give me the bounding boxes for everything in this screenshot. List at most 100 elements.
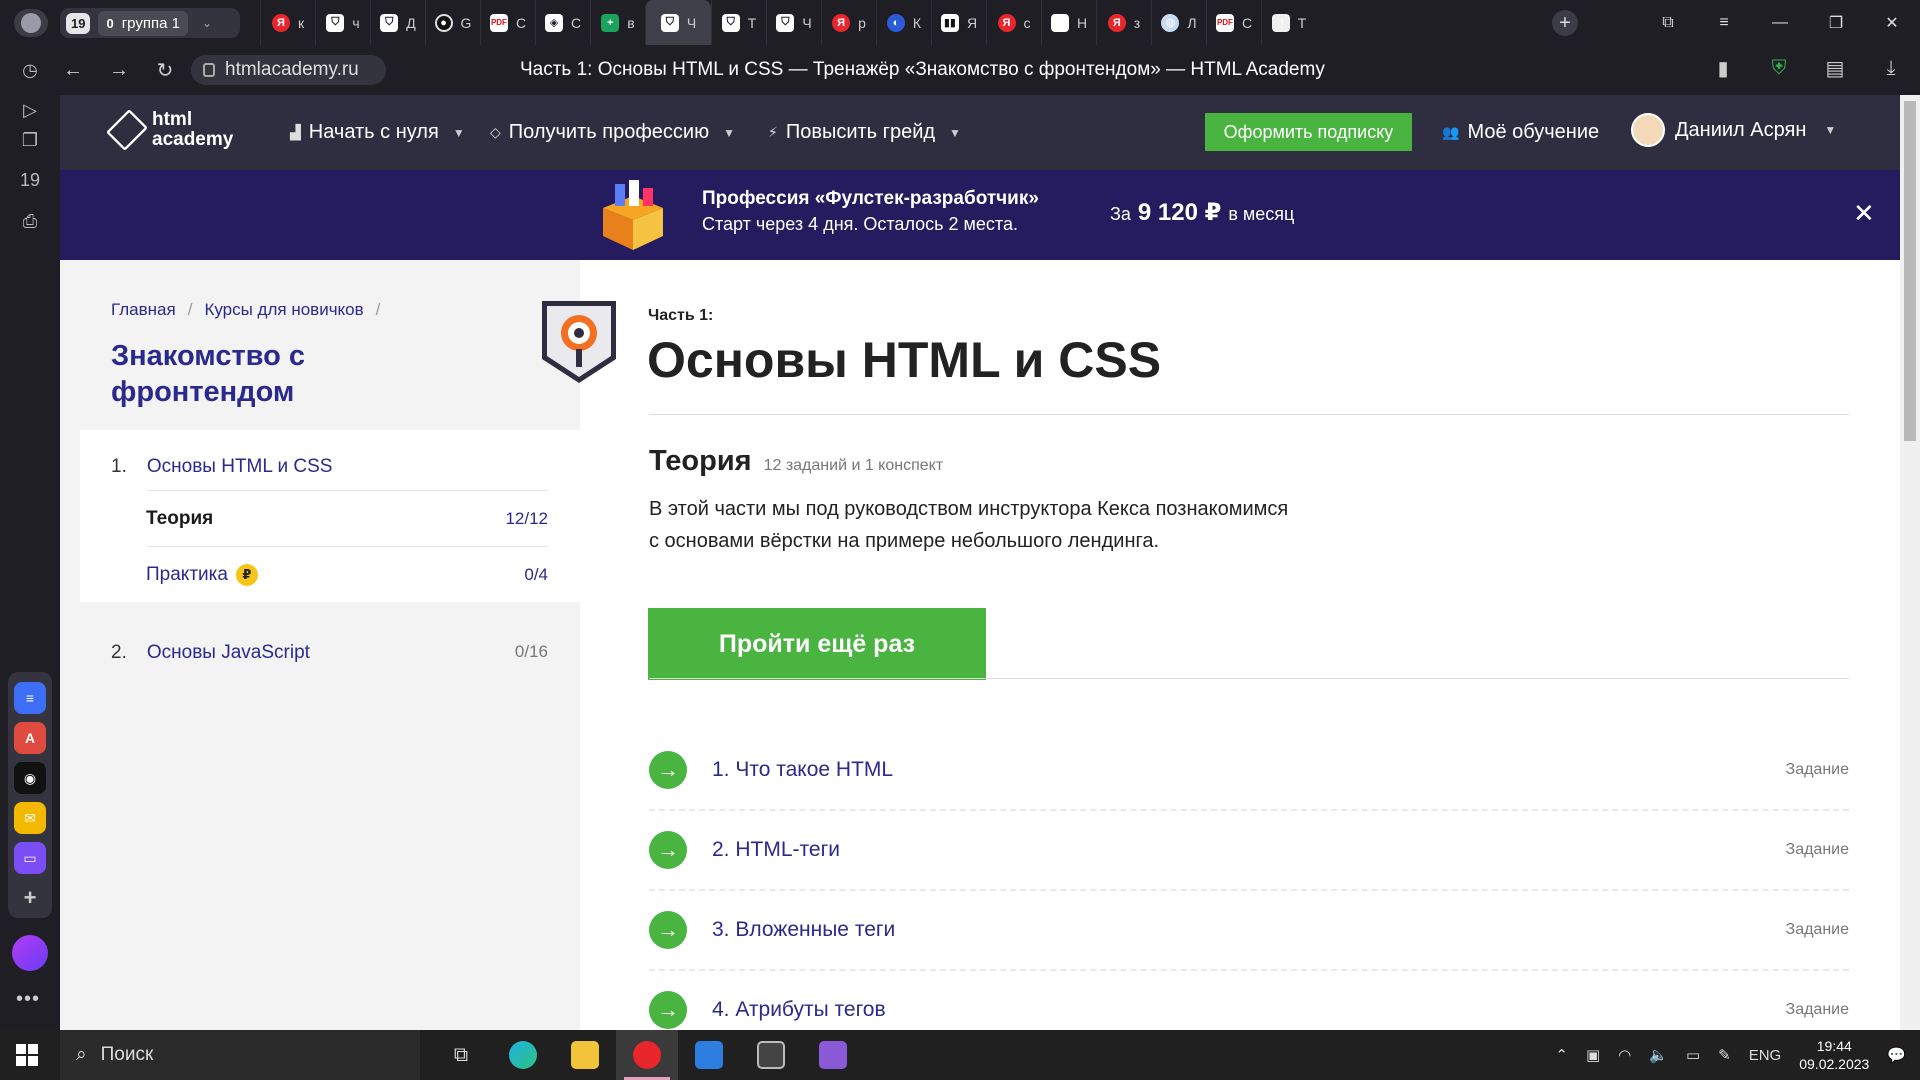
- collections-icon[interactable]: ❐: [17, 127, 43, 153]
- bookmark-icon[interactable]: ▮: [1708, 53, 1738, 83]
- breadcrumb-beginner-courses[interactable]: Курсы для новичков: [204, 300, 363, 320]
- new-tab-button[interactable]: +: [1552, 10, 1578, 36]
- menu-raise-grade[interactable]: ⚡ Повысить грейд ▼: [768, 121, 961, 144]
- browser-tab[interactable]: ▯ Т: [1261, 0, 1316, 45]
- start-button[interactable]: [16, 1044, 38, 1066]
- clock[interactable]: 19:44 09.02.2023: [1799, 1037, 1869, 1073]
- browser-tab[interactable]: ◍ Л: [1151, 0, 1206, 45]
- calendar-icon[interactable]: 19: [17, 167, 43, 193]
- browser-tab[interactable]: ◈ С: [535, 0, 590, 45]
- tab-group[interactable]: 19 0 группа 1 ⌄: [60, 8, 240, 38]
- module-2-link[interactable]: 2. Основы JavaScript 0/16: [111, 642, 548, 664]
- more-icon[interactable]: •••: [16, 988, 40, 1011]
- task-row[interactable]: → 2. HTML-теги Задание: [649, 811, 1849, 891]
- module-1-link[interactable]: 1. Основы HTML и CSS: [111, 456, 332, 478]
- scrollbar-thumb[interactable]: [1904, 101, 1916, 441]
- browser-tab[interactable]: ◐ К: [876, 0, 931, 45]
- browser-tab[interactable]: ⛉ Д: [370, 0, 425, 45]
- volume-icon[interactable]: 🔈: [1649, 1046, 1668, 1064]
- battery-icon[interactable]: ▭: [1686, 1046, 1700, 1064]
- task-title[interactable]: 1. Что такое HTML: [712, 758, 1786, 782]
- user-menu[interactable]: Даниил Асрян ▼: [1631, 113, 1836, 147]
- arrow-right-icon[interactable]: →: [649, 751, 687, 789]
- browser-tab[interactable]: PDF С: [1206, 0, 1261, 45]
- meet-icon[interactable]: ▣: [1586, 1046, 1600, 1064]
- task-view-icon[interactable]: ⧉: [430, 1030, 492, 1080]
- edge-icon[interactable]: [492, 1030, 554, 1080]
- my-learning-link[interactable]: 👥 Моё обучение: [1442, 121, 1599, 144]
- promo-banner[interactable]: Профессия «Фулстек-разработчик» Старт че…: [60, 170, 1900, 260]
- group-name[interactable]: 0 группа 1: [98, 10, 188, 36]
- retry-button[interactable]: Пройти ещё раз: [648, 608, 986, 680]
- profile-button[interactable]: [14, 9, 48, 37]
- translate-app-icon[interactable]: A: [14, 722, 46, 754]
- yandex-browser-icon[interactable]: [616, 1030, 678, 1080]
- arrow-right-icon[interactable]: →: [649, 831, 687, 869]
- browser-tab[interactable]: Яз: [1096, 0, 1151, 45]
- task-title[interactable]: 2. HTML-теги: [712, 838, 1786, 862]
- file-explorer-icon[interactable]: [554, 1030, 616, 1080]
- music-app-icon[interactable]: ◉: [14, 762, 46, 794]
- reload-icon[interactable]: ↻: [152, 57, 178, 83]
- task-title[interactable]: 3. Вложенные теги: [712, 918, 1786, 942]
- menu-get-profession[interactable]: ◇ Получить профессию ▼: [490, 121, 735, 144]
- extension-shield-icon[interactable]: ⛨: [1764, 53, 1794, 83]
- task-row[interactable]: → 1. Что такое HTML Задание: [649, 731, 1849, 811]
- task-row[interactable]: → 3. Вложенные теги Задание: [649, 891, 1849, 971]
- url-field[interactable]: htmlacademy.ru: [191, 55, 386, 85]
- wifi-icon[interactable]: ◠: [1618, 1046, 1631, 1064]
- minimize-icon[interactable]: —: [1752, 0, 1808, 45]
- pen-icon[interactable]: ✎: [1718, 1046, 1731, 1064]
- reader-icon[interactable]: ▤: [1820, 53, 1850, 83]
- history-icon[interactable]: ◷: [17, 57, 43, 83]
- notifications-icon[interactable]: 💬: [1887, 1046, 1906, 1064]
- browser-tab[interactable]: ⛉ Т: [711, 0, 766, 45]
- visual-studio-icon[interactable]: [802, 1030, 864, 1080]
- browser-tab[interactable]: Як: [260, 0, 315, 45]
- browser-tab[interactable]: + в: [590, 0, 645, 45]
- tab-overview-icon[interactable]: ⧉: [1640, 0, 1696, 45]
- screenshot-icon[interactable]: ⎙: [17, 208, 43, 234]
- browser-tab[interactable]: PDF С: [480, 0, 535, 45]
- mail-icon[interactable]: [678, 1030, 740, 1080]
- tab-label: Т: [747, 14, 757, 31]
- close-banner-icon[interactable]: ✕: [1853, 198, 1875, 229]
- language-indicator[interactable]: ENG: [1749, 1047, 1782, 1064]
- browser-tab[interactable]: ⛉ ч: [315, 0, 370, 45]
- subscribe-button[interactable]: Оформить подписку: [1205, 113, 1412, 151]
- users-icon: 👥: [1442, 124, 1460, 140]
- add-app-icon[interactable]: +: [14, 882, 46, 914]
- menu-icon[interactable]: ≡: [1696, 0, 1752, 45]
- alice-assistant-icon[interactable]: [12, 935, 48, 971]
- task-title[interactable]: 4. Атрибуты тегов: [712, 998, 1786, 1022]
- arrow-right-icon[interactable]: →: [649, 991, 687, 1029]
- browser-tab[interactable]: ⛉ Ч: [766, 0, 821, 45]
- notion-icon[interactable]: [740, 1030, 802, 1080]
- download-icon[interactable]: ⤓: [1876, 53, 1906, 83]
- mail-app-icon[interactable]: ✉: [14, 802, 46, 834]
- scrollbar[interactable]: [1900, 95, 1920, 1030]
- notes-app-icon[interactable]: ≡: [14, 682, 46, 714]
- chevron-up-icon[interactable]: ⌃: [1555, 1046, 1568, 1064]
- theory-link[interactable]: Теория 12/12: [146, 490, 548, 546]
- browser-tab[interactable]: ▤ Н: [1041, 0, 1096, 45]
- menu-start-from-scratch[interactable]: ▟ Начать с нуля ▼: [290, 121, 465, 144]
- breadcrumb-home[interactable]: Главная: [111, 300, 176, 320]
- messenger-app-icon[interactable]: ▭: [14, 842, 46, 874]
- video-icon[interactable]: ▷: [17, 97, 43, 123]
- taskbar-search[interactable]: ⌕ Поиск: [60, 1030, 420, 1080]
- chevron-down-icon[interactable]: ⌄: [202, 16, 212, 30]
- restore-icon[interactable]: ❐: [1808, 0, 1864, 45]
- back-icon[interactable]: ←: [60, 57, 86, 83]
- task-row[interactable]: → 4. Атрибуты тегов Задание: [649, 971, 1849, 1030]
- browser-tab[interactable]: ● G: [425, 0, 480, 45]
- browser-tab[interactable]: Яр: [821, 0, 876, 45]
- close-icon[interactable]: ✕: [1864, 0, 1920, 45]
- browser-tab[interactable]: ⛉ Ч: [645, 0, 711, 45]
- arrow-right-icon[interactable]: →: [649, 911, 687, 949]
- forward-icon[interactable]: →: [106, 57, 132, 83]
- browser-tab[interactable]: Яс: [986, 0, 1041, 45]
- logo[interactable]: html academy: [106, 109, 233, 151]
- practice-link[interactable]: Практика ₽ 0/4: [146, 546, 548, 602]
- browser-tab[interactable]: ▮▮ Я: [931, 0, 986, 45]
